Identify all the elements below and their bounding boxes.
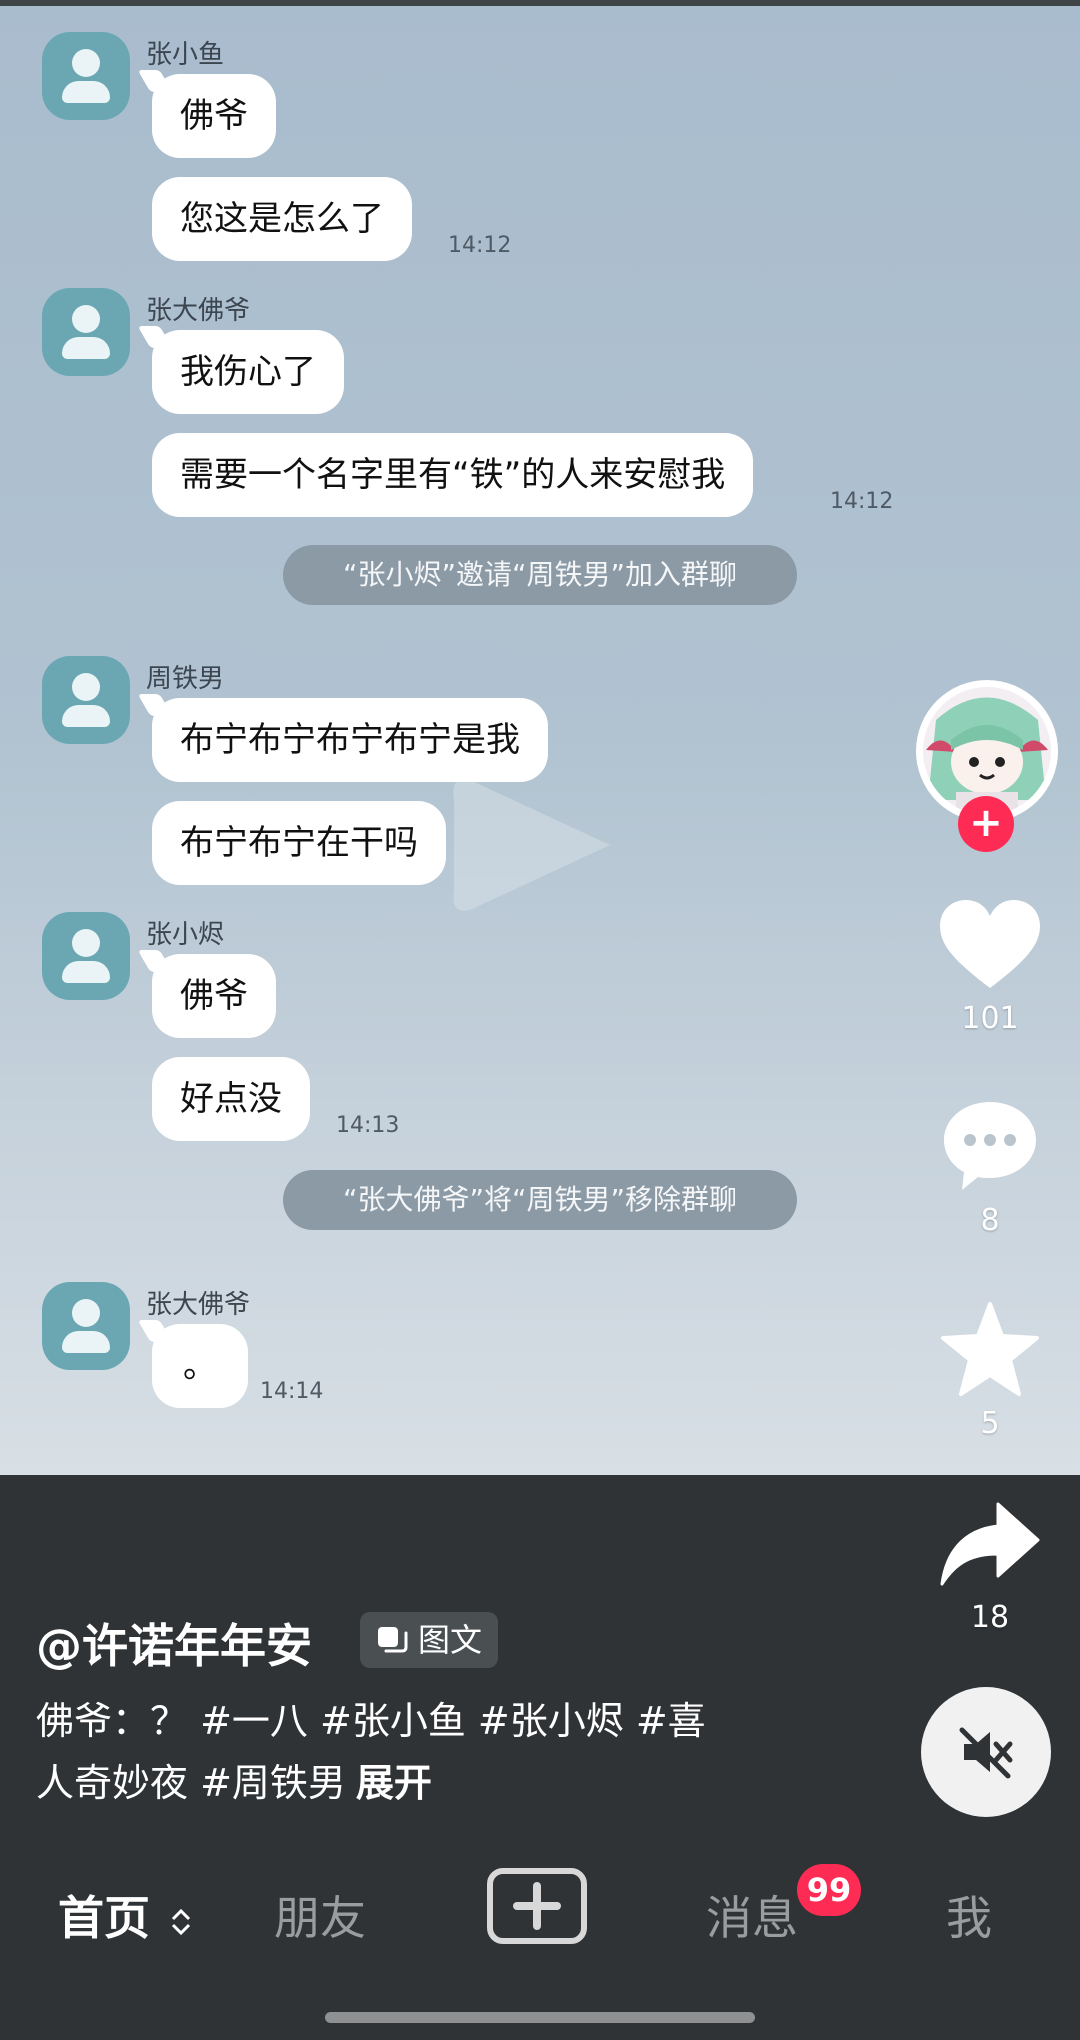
- sender-name: 张小烬: [146, 920, 225, 950]
- system-notice: “张大佛爷”将“周铁男”移除群聊: [283, 1170, 797, 1230]
- sort-arrows-icon: [171, 1908, 191, 1935]
- message-time: 14:14: [260, 1379, 324, 1404]
- expand-button[interactable]: 展开: [356, 1761, 432, 1805]
- comment-count: 8: [980, 1203, 1000, 1238]
- create-post-button[interactable]: [487, 1868, 587, 1944]
- chat-bubble: 佛爷: [152, 954, 276, 1038]
- caption-line: 佛爷：？ #一八 #张小鱼 #张小烬 #喜: [36, 1699, 706, 1743]
- follow-plus-button[interactable]: +: [958, 796, 1014, 852]
- sender-name: 张小鱼: [146, 40, 225, 70]
- home-indicator[interactable]: [325, 2012, 755, 2023]
- chat-avatar-icon: [42, 1282, 130, 1370]
- share-count: 18: [970, 1600, 1010, 1635]
- chat-bubble: 需要一个名字里有“铁”的人来安慰我: [152, 433, 754, 517]
- chat-bubble: 布宁布宁布宁布宁是我: [152, 698, 548, 782]
- chat-bubble: 我伤心了: [152, 330, 344, 414]
- like-count: 101: [961, 1001, 1019, 1036]
- chat-avatar-icon: [42, 32, 130, 120]
- comment-dots-icon[interactable]: [940, 1098, 1040, 1192]
- favorite-count: 5: [980, 1406, 1000, 1441]
- share-arrow-icon[interactable]: [938, 1500, 1042, 1590]
- image-text-label: 图文: [418, 1621, 483, 1659]
- chat-avatar-icon: [42, 288, 130, 376]
- nav-me[interactable]: 我: [946, 1882, 992, 1948]
- message-time: 14:13: [336, 1113, 400, 1138]
- mute-button[interactable]: [921, 1687, 1051, 1817]
- caption-line: 人奇妙夜 #周铁男: [36, 1761, 346, 1805]
- play-icon: [453, 779, 610, 911]
- mute-speaker-icon: [959, 1727, 1013, 1779]
- sender-name: 张大佛爷: [146, 1290, 251, 1320]
- messages-badge: 99: [797, 1864, 861, 1916]
- chat-avatar-icon: [42, 656, 130, 744]
- star-icon[interactable]: [938, 1300, 1042, 1398]
- system-notice: “张小烬”邀请“周铁男”加入群聊: [283, 545, 797, 605]
- author-handle[interactable]: @许诺年年安: [36, 1610, 312, 1676]
- sender-name: 张大佛爷: [146, 296, 251, 326]
- sender-name: 周铁男: [146, 664, 225, 694]
- chat-bubble: 您这是怎么了: [152, 177, 412, 261]
- chat-bubble: 布宁布宁在干吗: [152, 801, 446, 885]
- heart-icon[interactable]: [936, 896, 1044, 992]
- top-strip: [0, 0, 1080, 6]
- message-time: 14:12: [448, 233, 512, 258]
- video-stage[interactable]: 张小鱼 佛爷 您这是怎么了 14:12 张大佛爷 我伤心了 需要一个名字里有“铁…: [0, 0, 1080, 1840]
- chat-avatar-icon: [42, 912, 130, 1000]
- chat-bubble: 佛爷: [152, 74, 276, 158]
- chat-bubble: 好点没: [152, 1057, 310, 1141]
- message-time: 14:12: [830, 489, 894, 514]
- nav-home-label: 首页: [58, 1891, 150, 1945]
- nav-home[interactable]: 首页: [58, 1882, 192, 1948]
- chat-bubble: 。: [152, 1324, 248, 1408]
- nav-messages[interactable]: 消息: [706, 1882, 798, 1948]
- image-text-icon: [378, 1627, 408, 1653]
- bottom-nav: 首页 朋友 消息 99 我: [0, 1840, 1080, 2040]
- image-text-tag[interactable]: 图文: [360, 1612, 499, 1668]
- post-caption: 佛爷：？ #一八 #张小鱼 #张小烬 #喜 人奇妙夜 #周铁男 展开: [36, 1690, 816, 1814]
- nav-friends[interactable]: 朋友: [274, 1882, 366, 1948]
